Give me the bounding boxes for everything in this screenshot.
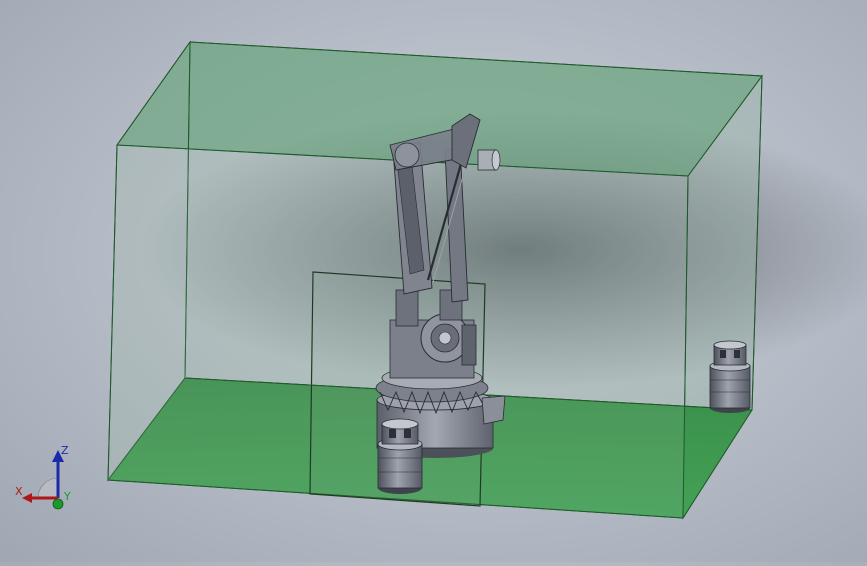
3d-viewport[interactable]: Z X Y <box>0 0 867 562</box>
y-axis-dot-icon <box>52 498 64 510</box>
z-axis-label: Z <box>61 444 69 457</box>
y-axis-label: Y <box>63 490 71 503</box>
cylinder-front[interactable] <box>377 418 423 494</box>
x-axis-arrow-icon <box>22 493 32 503</box>
cylinder-back[interactable] <box>709 340 751 413</box>
reference-triad: Z X Y <box>14 438 84 518</box>
x-axis-label: X <box>15 485 23 498</box>
scene-svg[interactable] <box>0 0 867 562</box>
